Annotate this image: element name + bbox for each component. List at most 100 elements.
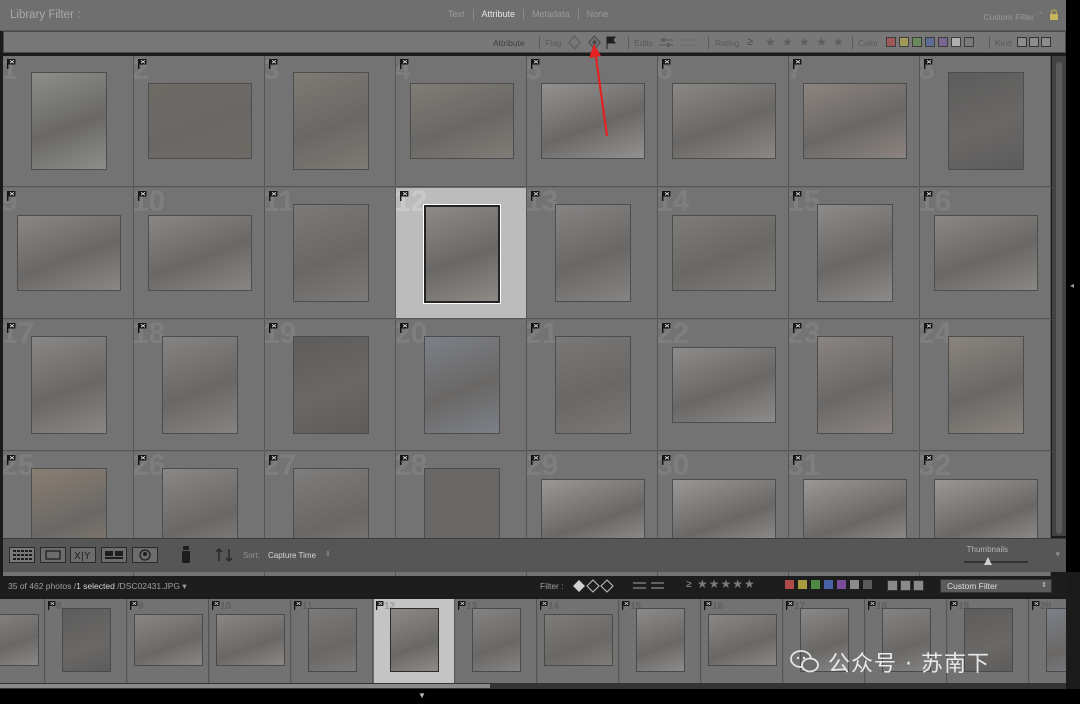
reject-flag-icon[interactable] xyxy=(269,191,278,201)
filmstrip-frame[interactable]: 9 xyxy=(128,599,209,683)
photo-thumbnail[interactable] xyxy=(424,336,500,434)
filmstrip-frame[interactable] xyxy=(0,599,45,683)
thumbnail-size-slider[interactable] xyxy=(964,561,1028,563)
reject-flag-icon[interactable] xyxy=(662,455,671,465)
reject-flag-icon[interactable] xyxy=(793,59,802,69)
reject-flag-icon[interactable] xyxy=(924,59,933,69)
reject-flag-icon[interactable] xyxy=(138,455,147,465)
reject-flag-icon[interactable] xyxy=(48,601,56,610)
reject-flag-icon[interactable] xyxy=(662,191,671,201)
photo-thumbnail[interactable] xyxy=(555,336,631,434)
filmstrip-frame[interactable]: 8 xyxy=(46,599,127,683)
grid-cell[interactable]: 9 xyxy=(3,188,134,319)
photo-thumbnail[interactable] xyxy=(555,204,631,302)
tab-none[interactable]: None xyxy=(579,9,617,20)
color-swatch-blue[interactable] xyxy=(925,37,935,47)
reject-flag-icon[interactable] xyxy=(622,601,630,610)
reject-flag-icon[interactable] xyxy=(793,455,802,465)
kind-virtual-copy-icon[interactable] xyxy=(1029,37,1039,47)
grid-cell[interactable]: 2 xyxy=(134,56,265,187)
photo-thumbnail[interactable] xyxy=(148,215,252,291)
grid-cell[interactable]: 18 xyxy=(134,320,265,451)
grid-cell[interactable]: 11 xyxy=(265,188,396,319)
chevron-down-icon[interactable]: ⌃ xyxy=(1038,11,1044,19)
photo-thumbnail[interactable] xyxy=(708,614,777,666)
thumbnail-slider-knob[interactable] xyxy=(984,557,992,565)
grid-cell[interactable]: 19 xyxy=(265,320,396,451)
color-swatch-blue[interactable] xyxy=(824,580,833,589)
photo-thumbnail[interactable] xyxy=(62,608,111,672)
photo-thumbnail[interactable] xyxy=(134,614,203,666)
photo-thumbnail[interactable] xyxy=(293,204,369,302)
filmstrip-frame[interactable]: 16 xyxy=(702,599,783,683)
flag-unflagged-filter-icon[interactable] xyxy=(568,35,581,50)
reject-flag-icon[interactable] xyxy=(704,601,712,610)
photo-thumbnail[interactable] xyxy=(31,336,107,434)
photo-thumbnail[interactable] xyxy=(541,83,645,159)
filmstrip-edit-filters[interactable] xyxy=(632,580,666,592)
photo-thumbnail[interactable] xyxy=(472,608,521,672)
unedited-filter-icon[interactable] xyxy=(680,35,696,50)
reject-flag-icon[interactable] xyxy=(540,601,548,610)
reject-flag-icon[interactable] xyxy=(531,59,540,69)
reject-flag-icon[interactable] xyxy=(7,59,16,69)
reject-flag-icon[interactable] xyxy=(458,601,466,610)
grid-cell[interactable]: 1 xyxy=(3,56,134,187)
tab-text[interactable]: Text xyxy=(440,9,474,20)
reject-flag-icon[interactable] xyxy=(400,59,409,69)
people-view-icon[interactable] xyxy=(132,547,158,563)
reject-flag-icon[interactable] xyxy=(269,323,278,333)
color-swatch-red[interactable] xyxy=(886,37,896,47)
tab-metadata[interactable]: Metadata xyxy=(524,9,579,20)
reject-flag-icon[interactable] xyxy=(212,601,220,610)
kind-virtual-copy-icon[interactable] xyxy=(900,580,911,591)
filmstrip-frame[interactable]: 11 xyxy=(292,599,373,683)
reject-flag-icon[interactable] xyxy=(786,601,794,610)
grid-cell[interactable]: 4 xyxy=(396,56,527,187)
reject-flag-icon[interactable] xyxy=(793,191,802,201)
grid-cell[interactable]: 20 xyxy=(396,320,527,451)
reject-flag-icon[interactable] xyxy=(130,601,138,610)
reject-flag-icon[interactable] xyxy=(400,191,409,201)
loupe-view-icon[interactable] xyxy=(40,547,66,563)
photo-thumbnail[interactable] xyxy=(948,336,1024,434)
photo-thumbnail[interactable] xyxy=(423,204,501,304)
color-swatch-none[interactable] xyxy=(964,37,974,47)
photo-thumbnail[interactable] xyxy=(390,608,439,672)
kind-master-icon[interactable] xyxy=(1017,37,1027,47)
grid-cell[interactable]: 13 xyxy=(527,188,658,319)
photo-thumbnail[interactable] xyxy=(410,83,514,159)
filmstrip-frame[interactable]: 12 xyxy=(374,599,455,683)
photo-thumbnail[interactable] xyxy=(162,336,238,434)
reject-flag-icon[interactable] xyxy=(924,323,933,333)
reject-flag-icon[interactable] xyxy=(950,601,958,610)
rating-operator[interactable]: ≥ xyxy=(747,36,753,48)
filmstrip-flag-filters[interactable] xyxy=(572,579,616,593)
reject-flag-icon[interactable] xyxy=(7,455,16,465)
grid-cell[interactable]: 23 xyxy=(789,320,920,451)
color-swatch-purple[interactable] xyxy=(837,580,846,589)
photo-thumbnail[interactable] xyxy=(308,608,357,672)
star-icon[interactable]: ★ xyxy=(816,35,827,49)
photo-thumbnail[interactable] xyxy=(948,72,1024,170)
reject-flag-icon[interactable] xyxy=(400,455,409,465)
reject-flag-icon[interactable] xyxy=(531,191,540,201)
grid-cell[interactable]: 6 xyxy=(658,56,789,187)
reject-flag-icon[interactable] xyxy=(1032,601,1040,610)
reject-flag-icon[interactable] xyxy=(376,601,384,610)
grid-cell[interactable]: 14 xyxy=(658,188,789,319)
tab-attribute[interactable]: Attribute xyxy=(474,9,525,20)
photo-thumbnail[interactable] xyxy=(672,347,776,423)
grid-cell[interactable]: 7 xyxy=(789,56,920,187)
grid-scrollbar[interactable] xyxy=(1052,56,1066,536)
grid-cell[interactable]: 16 xyxy=(920,188,1051,319)
color-swatch-green[interactable] xyxy=(912,37,922,47)
filmstrip-preset-dropdown[interactable]: Custom Filter ⇕ xyxy=(940,579,1052,593)
photo-thumbnail[interactable] xyxy=(293,336,369,434)
reject-flag-icon[interactable] xyxy=(138,59,147,69)
toolbar-menu-icon[interactable]: ▾ xyxy=(1055,549,1060,560)
grid-cell[interactable]: 3 xyxy=(265,56,396,187)
grid-cell[interactable]: 17 xyxy=(3,320,134,451)
grid-cell[interactable]: 24 xyxy=(920,320,1051,451)
grid-scrollbar-thumb[interactable] xyxy=(1056,62,1062,534)
